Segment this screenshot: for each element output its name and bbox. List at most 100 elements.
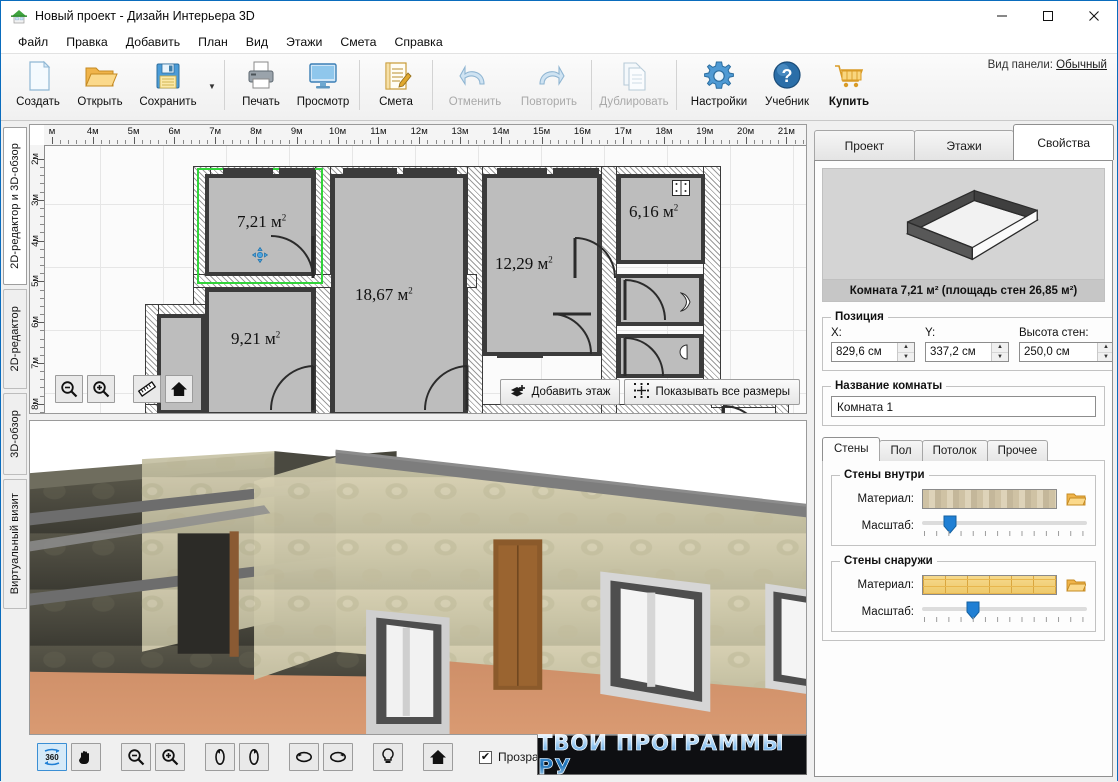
light-bulb-button[interactable] [373,743,403,771]
sidebar-item-virtual-visit[interactable]: Виртуальный визит [3,479,27,609]
y-spinner[interactable]: 337,2 см ▲ ▼ [925,342,1009,362]
toolbar-label-duplicate: Дублировать [599,96,669,108]
tab-floors[interactable]: Этажи [913,130,1015,160]
wall-height-spinner-arrows[interactable]: ▲ ▼ [1097,343,1112,362]
wall-height-spinner-down-icon[interactable]: ▼ [1098,353,1112,362]
view3d-zoom-out-button[interactable] [121,743,151,771]
ruler-label: 8м [250,126,262,137]
wall-height-spinner[interactable]: 250,0 см ▲ ▼ [1019,342,1112,362]
tab-project[interactable]: Проект [814,130,915,160]
walls-inside-browse-folder-icon[interactable] [1065,490,1087,509]
close-button[interactable] [1071,1,1117,31]
menu-bar: Файл Правка Добавить План Вид Этажи Смет… [1,31,1117,53]
sidebar-item-2d-3d[interactable]: 2D-редактор и 3D-обзор [3,127,27,285]
transparent-walls-checkbox[interactable]: ✔ [479,750,492,764]
toolbar-button-redo[interactable]: Повторить [512,54,586,118]
x-spinner-arrows[interactable]: ▲ ▼ [897,343,914,361]
wall-height-spinner-up-icon[interactable]: ▲ [1098,343,1112,353]
rotate-right-button[interactable] [239,743,269,771]
plan-zoom-out-button[interactable] [55,375,83,403]
panel-view-switch: Вид панели: Обычный [988,59,1107,71]
walls-outside-material-swatch[interactable] [922,575,1057,595]
ruler-minor-tick [753,140,755,144]
x-label: X: [831,327,842,339]
toolbar-button-new[interactable]: Создать [7,54,69,118]
maximize-button[interactable] [1025,1,1071,31]
room-1-center-marker-icon[interactable] [252,247,268,263]
sidebar-item-2d[interactable]: 2D-редактор [3,289,27,389]
plan-canvas[interactable]: 7,21 м2 18,67 м2 9,21 м2 12,29 м2 6,16 м… [45,146,806,413]
toolbar-button-estimate[interactable]: Смета [365,54,427,118]
window-controls [979,1,1117,31]
ruler-minor-tick [40,248,44,250]
toolbar-button-tutorial[interactable]: ? Учебник [756,54,818,118]
save-dropdown-arrow-icon[interactable]: ▼ [205,54,219,118]
x-spinner[interactable]: 829,6 см ▲ ▼ [831,342,915,362]
menu-item-view[interactable]: Вид [238,33,276,51]
subtab-floor[interactable]: Пол [879,440,923,461]
toolbar-label-open: Открыть [77,96,123,108]
toolbar-button-preview[interactable]: Просмотр [292,54,354,118]
menu-item-plan[interactable]: План [190,33,236,51]
menu-item-add[interactable]: Добавить [118,33,188,51]
plan-ruler-button[interactable] [133,375,161,403]
toolbar-button-settings[interactable]: Настройки [682,54,756,118]
toolbar-button-duplicate[interactable]: Дублировать [597,54,671,118]
ruler-minor-tick [549,140,551,144]
tab-project-label: Проект [844,138,885,153]
wall-height-value[interactable]: 250,0 см [1020,343,1097,361]
y-spinner-up-icon[interactable]: ▲ [992,343,1008,353]
sidebar-item-3d[interactable]: 3D-обзор [3,393,27,475]
tab-properties[interactable]: Свойства [1013,124,1115,160]
room-name-input[interactable]: Комната 1 [831,396,1096,417]
menu-item-help[interactable]: Справка [386,33,450,51]
toolbar-button-open[interactable]: Открыть [69,54,131,118]
view3d-zoom-in-button[interactable] [155,743,185,771]
x-value[interactable]: 829,6 см [832,343,897,361]
pan-hand-button[interactable] [71,743,101,771]
y-spinner-down-icon[interactable]: ▼ [992,353,1008,362]
walls-inside-material-swatch[interactable] [922,489,1057,509]
tab-properties-label: Свойства [1037,135,1091,150]
view-3d[interactable] [29,420,807,735]
orbit-360-button[interactable]: 360 [37,743,67,771]
menu-item-estimate[interactable]: Смета [332,33,384,51]
subtab-ceiling[interactable]: Потолок [921,440,988,461]
menu-item-edit[interactable]: Правка [58,33,116,51]
toolbar-button-buy[interactable]: Купить [818,54,880,118]
plan-home-button[interactable] [165,375,193,403]
walls-inside-scale-slider[interactable] [922,515,1087,537]
subtab-walls[interactable]: Стены [822,437,881,461]
walls-outside-scale-slider[interactable] [922,601,1087,623]
y-value[interactable]: 337,2 см [926,343,991,361]
ruler-tick [215,137,217,144]
tilt-down-button[interactable] [323,743,353,771]
ruler-label: 8м [30,397,41,410]
view3d-home-button[interactable] [423,743,453,771]
y-spinner-arrows[interactable]: ▲ ▼ [991,343,1008,361]
menu-item-file[interactable]: Файл [10,33,56,51]
toolbar-button-save[interactable]: Сохранить [131,54,205,118]
walls-inside-material-label: Материал: [857,493,914,505]
x-spinner-down-icon[interactable]: ▼ [898,353,914,362]
add-floor-button[interactable]: Добавить этаж [499,379,621,405]
plan-2d-view[interactable]: м 4м 5м 6м 7м 8м 9м 10м 11м 12м 13м 14м 15м 16м 17м 18м… [29,124,807,414]
ruler-minor-tick [729,140,731,144]
rotate-left-button[interactable] [205,743,235,771]
tilt-up-button[interactable] [289,743,319,771]
subtab-other[interactable]: Прочее [986,440,1049,461]
walls-outside-browse-folder-icon[interactable] [1065,576,1087,595]
room-name-group: Название комнаты Комната 1 [822,380,1105,426]
menu-item-floors[interactable]: Этажи [278,33,330,51]
minimize-button[interactable] [979,1,1025,31]
walls-outside-legend: Стены снаружи [844,555,933,567]
toolbar-button-print[interactable]: Печать [230,54,292,118]
panel-view-value-link[interactable]: Обычный [1056,59,1107,71]
ruler-tick [460,137,461,144]
ruler-minor-tick [435,140,437,144]
ruler-label: 7м [30,357,41,369]
toolbar-button-undo[interactable]: Отменить [438,54,512,118]
show-all-dimensions-button[interactable]: Показывать все размеры [624,379,800,405]
plan-zoom-in-button[interactable] [87,375,115,403]
x-spinner-up-icon[interactable]: ▲ [898,343,914,353]
